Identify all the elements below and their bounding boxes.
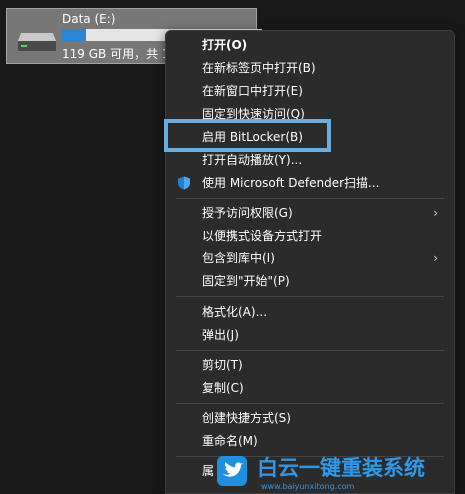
menu-item-label: 固定到快速访问(Q)	[202, 107, 305, 121]
menu-item-label: 以便携式设备方式打开	[202, 229, 323, 243]
menu-item-label: 打开自动播放(Y)...	[202, 153, 303, 167]
menu-item-label: 在新窗口中打开(E)	[202, 84, 303, 98]
shield-icon	[178, 176, 190, 190]
bird-logo-icon	[217, 456, 247, 486]
menu-item-format[interactable]: 格式化(A)...	[166, 301, 454, 323]
drive-space-text: 119 GB 可用，共 1	[62, 47, 170, 61]
menu-item-label: 创建快捷方式(S)	[202, 411, 291, 425]
hard-drive-icon	[18, 33, 56, 51]
menu-item-open-portable-device[interactable]: 以便携式设备方式打开	[166, 225, 454, 247]
menu-item-open-new-window[interactable]: 在新窗口中打开(E)	[166, 80, 454, 102]
menu-item-open-autoplay[interactable]: 打开自动播放(Y)...	[166, 149, 454, 171]
menu-separator	[176, 350, 444, 351]
menu-item-label: 在新标签页中打开(B)	[202, 61, 316, 75]
menu-item-label: 重命名(M)	[202, 434, 258, 448]
menu-item-create-shortcut[interactable]: 创建快捷方式(S)	[166, 407, 454, 429]
menu-separator	[176, 198, 444, 199]
menu-item-label: 固定到"开始"(P)	[202, 274, 290, 288]
menu-separator	[176, 296, 444, 297]
menu-item-enable-bitlocker[interactable]: 启用 BitLocker(B)	[166, 126, 454, 148]
chevron-right-icon: ›	[433, 251, 438, 265]
watermark-title: 白云一键重装系统	[257, 456, 425, 480]
menu-item-cut[interactable]: 剪切(T)	[166, 354, 454, 376]
menu-item-label: 属	[202, 464, 215, 478]
menu-item-open[interactable]: 打开(O)	[166, 34, 454, 56]
menu-item-label: 弹出(J)	[202, 328, 239, 342]
menu-item-label: 使用 Microsoft Defender扫描...	[202, 176, 380, 190]
menu-item-open-new-tab[interactable]: 在新标签页中打开(B)	[166, 57, 454, 79]
drive-usage-fill	[62, 29, 86, 41]
watermark-url: www.baiyunxitong.com	[261, 482, 355, 491]
menu-separator	[176, 403, 444, 404]
menu-item-label: 格式化(A)...	[202, 305, 268, 319]
menu-item-label: 授予访问权限(G)	[202, 206, 293, 220]
menu-item-rename[interactable]: 重命名(M)	[166, 430, 454, 452]
menu-item-include-in-library[interactable]: 包含到库中(I) ›	[166, 247, 454, 269]
context-menu: 打开(O) 在新标签页中打开(B) 在新窗口中打开(E) 固定到快速访问(Q) …	[165, 30, 455, 494]
watermark: 白云一键重装系统 www.baiyunxitong.com	[217, 452, 465, 494]
drive-name: Data (E:)	[62, 12, 116, 26]
menu-item-eject[interactable]: 弹出(J)	[166, 324, 454, 346]
menu-item-label: 打开(O)	[202, 38, 248, 52]
menu-item-grant-access[interactable]: 授予访问权限(G) ›	[166, 202, 454, 224]
menu-item-label: 复制(C)	[202, 381, 244, 395]
menu-item-pin-to-start[interactable]: 固定到"开始"(P)	[166, 270, 454, 292]
menu-item-defender-scan[interactable]: 使用 Microsoft Defender扫描...	[166, 172, 454, 194]
menu-item-label: 启用 BitLocker(B)	[202, 130, 303, 144]
chevron-right-icon: ›	[433, 206, 438, 220]
menu-item-pin-quick-access[interactable]: 固定到快速访问(Q)	[166, 103, 454, 125]
menu-item-label: 包含到库中(I)	[202, 251, 275, 265]
menu-item-label: 剪切(T)	[202, 358, 243, 372]
menu-item-copy[interactable]: 复制(C)	[166, 377, 454, 399]
